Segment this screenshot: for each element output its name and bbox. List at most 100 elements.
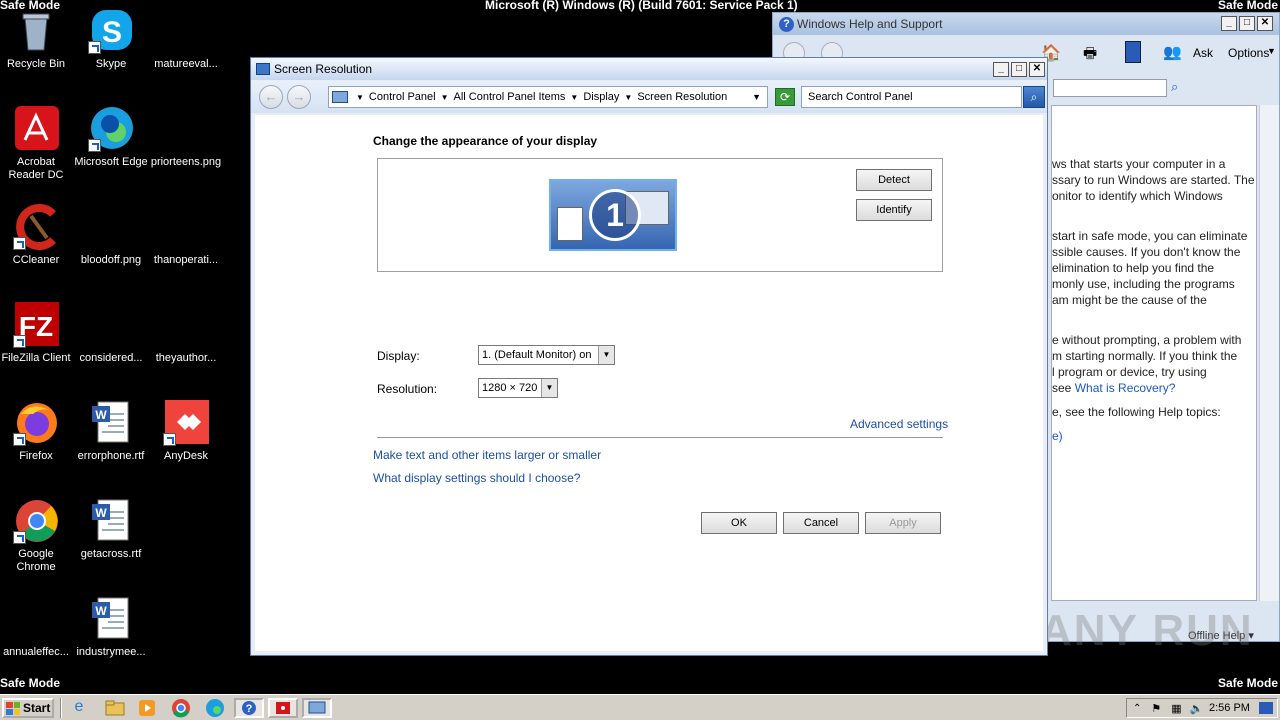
desktop-icon-rtf[interactable]: W getacross.rtf: [72, 498, 150, 561]
help-topic-link[interactable]: e): [1052, 428, 1256, 444]
resolution-label: Resolution:: [377, 382, 438, 396]
help-search-input[interactable]: [1053, 79, 1167, 97]
desktop-icon-rtf[interactable]: W industrymee...: [72, 596, 150, 659]
desktop-icon-file[interactable]: priorteens.png: [147, 106, 225, 169]
breadcrumb-screen-resolution[interactable]: Screen Resolution: [637, 91, 727, 103]
search-input[interactable]: Search Control Panel: [801, 86, 1022, 108]
breadcrumb-display[interactable]: Display: [583, 91, 619, 103]
resolution-select[interactable]: 1280 × 720 ▼: [478, 378, 558, 398]
chrome-icon[interactable]: [170, 698, 192, 718]
windows-build-label: Microsoft (R) Windows (R) (Build 7601: S…: [485, 0, 798, 12]
monitor-1-thumbnail[interactable]: 1: [549, 179, 677, 251]
svg-text:W: W: [95, 604, 107, 618]
apply-button[interactable]: Apply: [865, 512, 941, 534]
chevron-down-icon: ▼: [541, 379, 557, 397]
media-player-icon[interactable]: [136, 698, 158, 718]
shortcut-arrow-icon: [13, 433, 26, 446]
network-icon[interactable]: ▦: [1171, 702, 1181, 715]
desktop-icon-label: industrymee...: [76, 646, 146, 658]
explorer-folder-icon[interactable]: [104, 698, 126, 718]
breadcrumb-control-panel[interactable]: Control Panel: [369, 91, 436, 103]
internet-explorer-icon[interactable]: e: [68, 698, 90, 718]
desktop-icon-firefox[interactable]: Firefox: [0, 400, 75, 463]
svg-text:S: S: [102, 16, 122, 49]
desktop-icon-label: Google Chrome: [16, 548, 56, 573]
minimize-button[interactable]: _: [993, 62, 1009, 77]
back-arrow-icon[interactable]: ←: [259, 85, 283, 109]
browse-help-icon[interactable]: [1125, 41, 1141, 63]
shortcut-arrow-icon: [13, 335, 26, 348]
show-desktop-icon[interactable]: [1259, 702, 1273, 714]
what-is-recovery-link[interactable]: What is Recovery?: [1075, 381, 1176, 395]
help-support-task[interactable]: ?: [234, 698, 264, 718]
desktop-icon-label: bloodoff.png: [80, 254, 142, 266]
desktop-icon-acrobat[interactable]: Acrobat Reader DC: [0, 106, 75, 182]
show-hidden-icons-icon[interactable]: ⌃: [1133, 703, 1141, 714]
desktop-icon-file[interactable]: considered...: [72, 302, 150, 365]
refresh-icon[interactable]: ⟳: [775, 88, 795, 106]
printer-icon[interactable]: 🖶: [1083, 43, 1105, 63]
help-maximize-button[interactable]: □: [1239, 16, 1255, 31]
start-button[interactable]: Start: [2, 698, 54, 718]
text-size-link[interactable]: Make text and other items larger or smal…: [373, 448, 601, 462]
desktop-icon-anydesk[interactable]: AnyDesk: [147, 400, 225, 463]
search-icon[interactable]: ⌕: [1023, 86, 1045, 108]
desktop-icon-edge[interactable]: Microsoft Edge: [72, 106, 150, 169]
ok-button[interactable]: OK: [701, 512, 777, 534]
desktop-icon-file[interactable]: theyauthor...: [147, 302, 225, 365]
desktop-icon-filezilla[interactable]: FZ FileZilla Client: [0, 302, 75, 365]
recycle-bin-icon: [13, 8, 59, 54]
desktop-icon-file[interactable]: thanoperati...: [147, 204, 225, 267]
display-select-value: 1. (Default Monitor) on: [482, 349, 592, 361]
blank-file-icon: [163, 106, 209, 152]
help-close-button[interactable]: ✕: [1257, 16, 1273, 31]
screen-resolution-titlebar[interactable]: Screen Resolution: [251, 58, 1047, 80]
chevron-down-icon[interactable]: ▼: [752, 92, 761, 102]
chevron-right-icon: ▼: [624, 92, 633, 102]
screen-resolution-task[interactable]: [302, 698, 332, 718]
help-icon: ?: [779, 16, 794, 32]
desktop-icon-label: CCleaner: [12, 254, 60, 266]
detect-button[interactable]: Detect: [856, 169, 932, 191]
desktop-icon-skype[interactable]: S Skype: [72, 8, 150, 71]
anydesk-icon: [163, 400, 209, 446]
forward-arrow-icon[interactable]: →: [287, 85, 311, 109]
close-button[interactable]: ✕: [1029, 62, 1045, 77]
desktop-icon-file[interactable]: matureeval...: [147, 8, 225, 71]
help-minimize-button[interactable]: _: [1221, 16, 1237, 31]
desktop-icon-rtf[interactable]: W errorphone.rtf: [72, 400, 150, 463]
cancel-button[interactable]: Cancel: [783, 512, 859, 534]
options-button[interactable]: Options: [1228, 46, 1269, 60]
chevron-right-icon: ▼: [440, 92, 449, 102]
search-icon[interactable]: ⌕: [1171, 79, 1178, 95]
breadcrumb[interactable]: ▼ Control Panel ▼ All Control Panel Item…: [328, 86, 768, 108]
advanced-settings-link[interactable]: Advanced settings: [850, 417, 948, 431]
ask-button[interactable]: Ask: [1193, 46, 1213, 60]
desktop-icon-label: getacross.rtf: [80, 548, 142, 560]
breadcrumb-all-items[interactable]: All Control Panel Items: [454, 91, 566, 103]
identify-button[interactable]: Identify: [856, 199, 932, 221]
help-window-titlebar[interactable]: ? Windows Help and Support: [773, 13, 1279, 35]
desktop-icon-file[interactable]: bloodoff.png: [72, 204, 150, 267]
display-select[interactable]: 1. (Default Monitor) on ▼: [478, 345, 615, 365]
desktop-icon-chrome[interactable]: Google Chrome: [0, 498, 75, 574]
edge-icon[interactable]: [204, 698, 226, 718]
desktop-icon-file[interactable]: annualeffec...: [0, 596, 75, 659]
edge-icon: [88, 106, 134, 152]
word-doc-icon: W: [88, 498, 134, 544]
help-scrollbar[interactable]: [1259, 105, 1279, 601]
anydesk-task[interactable]: [268, 698, 298, 718]
display-settings-help-link[interactable]: What display settings should I choose?: [373, 471, 580, 485]
desktop-icon-label: matureeval...: [154, 58, 218, 70]
control-panel-icon: [332, 91, 348, 103]
clock[interactable]: 2:56 PM: [1209, 702, 1250, 714]
action-center-icon[interactable]: ⚑: [1151, 702, 1161, 715]
desktop-icon-ccleaner[interactable]: CCleaner: [0, 204, 75, 267]
help-line: ssible causes. If you don't know the: [1052, 245, 1241, 259]
help-window-title: Windows Help and Support: [797, 17, 943, 31]
desktop-icon-label: considered...: [79, 352, 143, 364]
watermark: ANY RUN: [1040, 606, 1254, 655]
volume-icon[interactable]: 🔈: [1190, 702, 1204, 715]
desktop-icon-recycle-bin[interactable]: Recycle Bin: [0, 8, 75, 71]
maximize-button[interactable]: □: [1011, 62, 1027, 77]
